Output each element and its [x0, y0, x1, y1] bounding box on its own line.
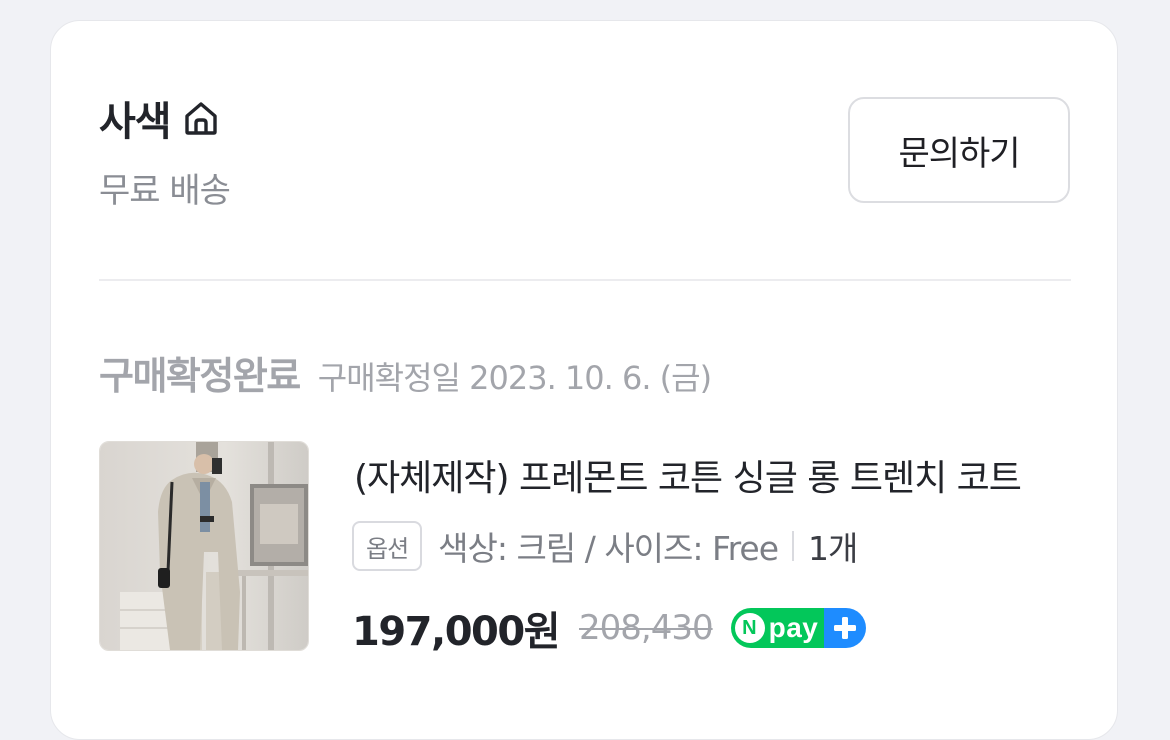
npay-logo: N pay [730, 608, 825, 648]
sale-price: 197,000원 [352, 609, 561, 655]
option-badge: 옵션 [352, 521, 423, 571]
npay-plus-badge: N pay [730, 608, 867, 648]
shipping-info: 무료 배송 [99, 171, 231, 211]
product-name[interactable]: (자체제작) 프레몬트 코튼 싱글 롱 트렌치 코트 [354, 449, 1054, 501]
confirm-date: 구매확정일 2023. 10. 6. (금) [317, 359, 712, 397]
product-option-row: 옵션 색상: 크림 / 사이즈: Free 1개 [352, 521, 858, 571]
npay-label: pay [768, 612, 819, 643]
plus-icon [824, 608, 867, 648]
npay-n-icon: N [734, 613, 765, 643]
price-row: 197,000원 208,430 N pay [352, 599, 867, 657]
option-separator [792, 531, 795, 561]
order-status-row: 구매확정완료 구매확정일 2023. 10. 6. (금) [99, 345, 712, 400]
option-text: 색상: 크림 / 사이즈: Free [438, 529, 779, 568]
original-price: 208,430 [579, 608, 714, 648]
inquiry-button[interactable]: 문의하기 [848, 97, 1070, 203]
product-thumbnail[interactable] [99, 441, 309, 651]
order-card: 사색 무료 배송 문의하기 구매확정완료 구매확정일 2023. 10. 6. … [50, 20, 1118, 740]
store-header[interactable]: 사색 [99, 89, 223, 147]
divider [99, 279, 1071, 281]
order-status: 구매확정완료 [99, 354, 301, 398]
quantity: 1개 [808, 529, 858, 568]
home-icon[interactable] [179, 96, 223, 140]
store-name[interactable]: 사색 [99, 89, 172, 147]
